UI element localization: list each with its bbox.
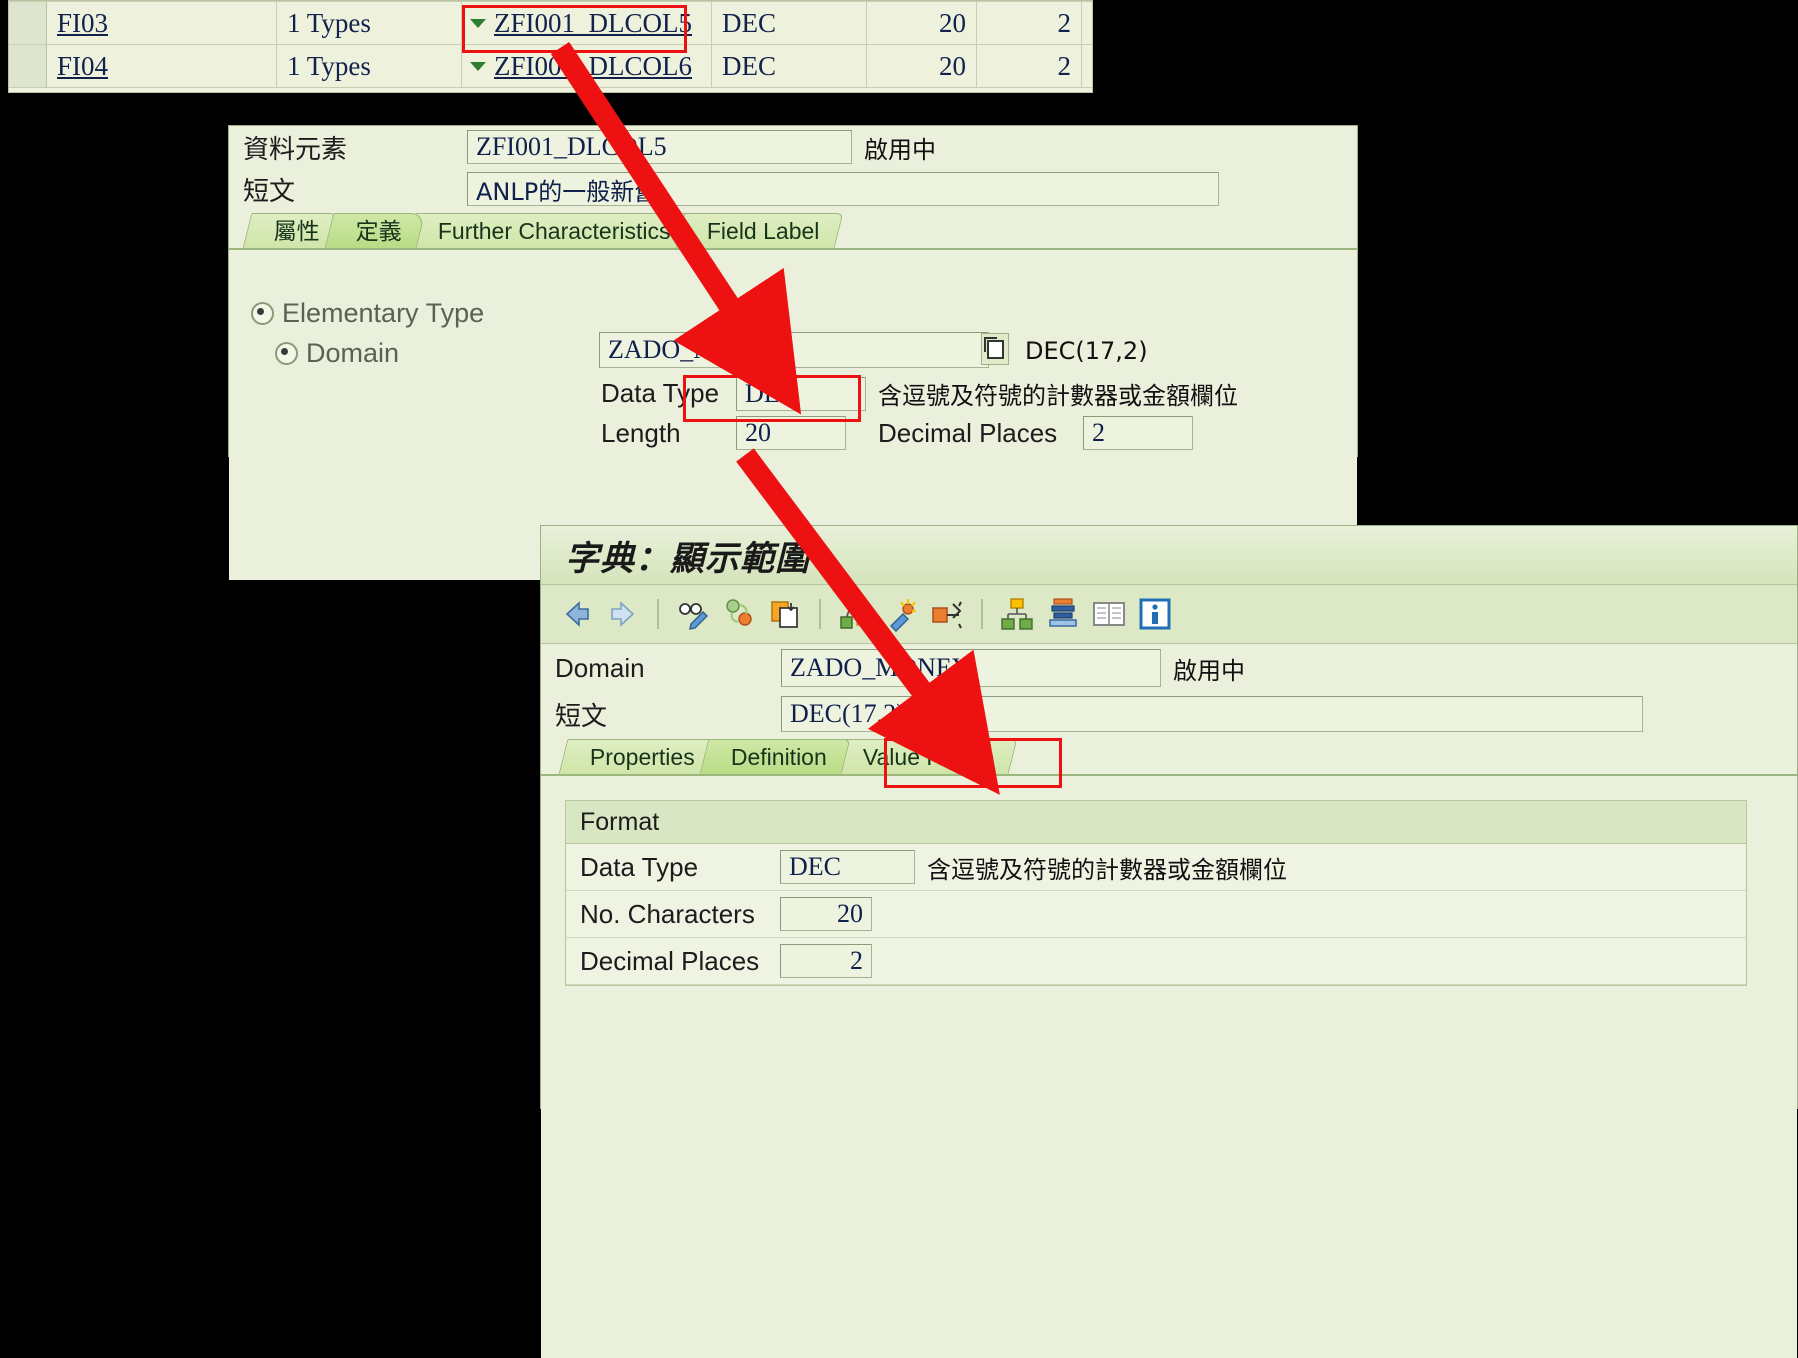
tab-definition[interactable]: Definition [699,739,851,774]
elementary-type-radio-row[interactable]: Elementary Type [251,298,484,329]
domain-panel: 字典：顯示範圍 Domain ZADO_MONEY 啟用中 短文 DEC(17,… [540,525,1798,1358]
domain-short-text-row: 短文 DEC(17,2) [541,692,1797,736]
domain-tabstrip: Properties Definition Value Range [541,736,1797,774]
decimal-places-label: Decimal Places [878,417,1058,448]
cell-decimals: 2 [977,45,1082,87]
format-group-title: Format [566,801,1746,844]
hierarchy-icon[interactable] [997,594,1037,634]
data-element-status: 啟用中 [864,135,936,164]
types-value: 1 Types [287,50,371,81]
data-type-description: 含逗號及符號的計數器或金額欄位 [927,855,1287,884]
data-type-input[interactable]: DEC [780,850,915,884]
cell-types: 1 Types [277,2,462,44]
domain-radio-row[interactable]: Domain [275,338,399,369]
cell-data-type: DEC [712,2,867,44]
radio-icon[interactable] [275,342,298,365]
short-text-input[interactable]: ANLP的一般新舊 [467,172,1219,206]
short-text-label: 短文 [243,176,296,207]
where-used-list-icon[interactable] [835,594,875,634]
decimal-places-input[interactable]: 2 [780,944,872,978]
row-select-cell[interactable] [9,2,47,44]
domain-label: Domain [306,338,400,368]
short-text-input[interactable]: DEC(17,2) [781,696,1643,732]
domain-definition-body: Format Data Type DEC 含逗號及符號的計數器或金額欄位 No.… [541,774,1797,1358]
toolbar-separator [657,599,659,629]
decimals-value: 2 [1057,50,1072,81]
decimal-places-row: Decimal Places 2 [566,938,1746,985]
cell-decimals: 2 [977,2,1082,44]
back-arrow-icon[interactable] [557,594,597,634]
toolbar-separator [981,599,983,629]
cell-types: 1 Types [277,45,462,87]
domain-input[interactable]: ZADO_MONEY [781,649,1161,687]
domain-status: 啟用中 [1173,656,1245,685]
radio-icon[interactable] [251,302,274,325]
forward-arrow-icon[interactable] [603,594,643,634]
page-title: 字典：顯示範圍 [565,538,810,579]
data-element-row: 資料元素 ZFI001_DLCOL5 啟用中 [229,126,1357,168]
domain-type-hint: DEC(17,2) [1025,337,1148,365]
data-type-description: 含逗號及符號的計數器或金額欄位 [878,382,1238,410]
highlight-domain-field-mid [683,375,861,422]
toolbar-separator [819,599,821,629]
tab-further-characteristics[interactable]: Further Characteristics [406,213,694,248]
cell-data-type: DEC [712,45,867,87]
value-help-icon[interactable] [981,333,1009,365]
length-label: Length [601,417,681,448]
domain-toolbar [541,585,1797,644]
data-element-tabstrip: 屬性 定義 Further Characteristics Field Labe… [229,210,1357,248]
chevron-down-icon[interactable] [470,62,486,71]
cell-field[interactable]: FI04 [47,45,277,87]
data-type-value: DEC [722,7,776,38]
field-name: FI03 [57,7,109,38]
length-value: 20 [939,7,966,38]
data-element-label: 資料元素 [243,134,348,165]
types-value: 1 Types [287,7,371,38]
no-characters-row: No. Characters 20 [566,891,1746,938]
data-type-value: DEC [722,50,776,81]
cell-length: 20 [867,45,977,87]
decimal-places-input[interactable]: 2 [1083,416,1193,450]
cell-field[interactable]: FI03 [47,2,277,44]
domain-input[interactable]: ZADO_MONEY [599,332,989,368]
length-value: 20 [939,50,966,81]
display-change-icon[interactable] [673,594,713,634]
domain-panel-title: 字典：顯示範圍 [541,526,1797,585]
data-element-input[interactable]: ZFI001_DLCOL5 [467,130,852,164]
navigate-icon[interactable] [927,594,967,634]
generate-icon[interactable] [881,594,921,634]
decimals-value: 2 [1057,7,1072,38]
field-name: FI04 [57,50,109,81]
data-type-label: Data Type [580,851,699,882]
elementary-type-label: Elementary Type [282,298,485,328]
domain-label: Domain [555,652,645,683]
data-element-link[interactable]: ZFI001_DLCOL6 [494,51,692,82]
activate-icon[interactable] [719,594,759,634]
stack-icon[interactable] [1043,594,1083,634]
cell-length: 20 [867,2,977,44]
no-characters-input[interactable]: 20 [780,897,872,931]
row-select-cell[interactable] [9,45,47,87]
info-icon[interactable] [1135,594,1175,634]
decimal-places-label: Decimal Places [580,945,760,976]
data-type-row: Data Type DEC 含逗號及符號的計數器或金額欄位 [566,844,1746,891]
short-text-label: 短文 [555,701,608,732]
highlight-domain-field-bottom [884,738,1062,788]
highlight-data-element-cell [462,5,687,53]
domain-row: Domain ZADO_MONEY 啟用中 [541,644,1797,692]
no-characters-label: No. Characters [580,898,755,929]
short-text-row: 短文 ANLP的一般新舊 [229,168,1357,210]
tab-definition[interactable]: 定義 [324,213,426,248]
format-group: Format Data Type DEC 含逗號及符號的計數器或金額欄位 No.… [565,800,1747,986]
tab-properties[interactable]: Properties [558,739,719,774]
copy-icon[interactable] [765,594,805,634]
tab-field-label[interactable]: Field Label [675,213,843,248]
documentation-icon[interactable] [1089,594,1129,634]
